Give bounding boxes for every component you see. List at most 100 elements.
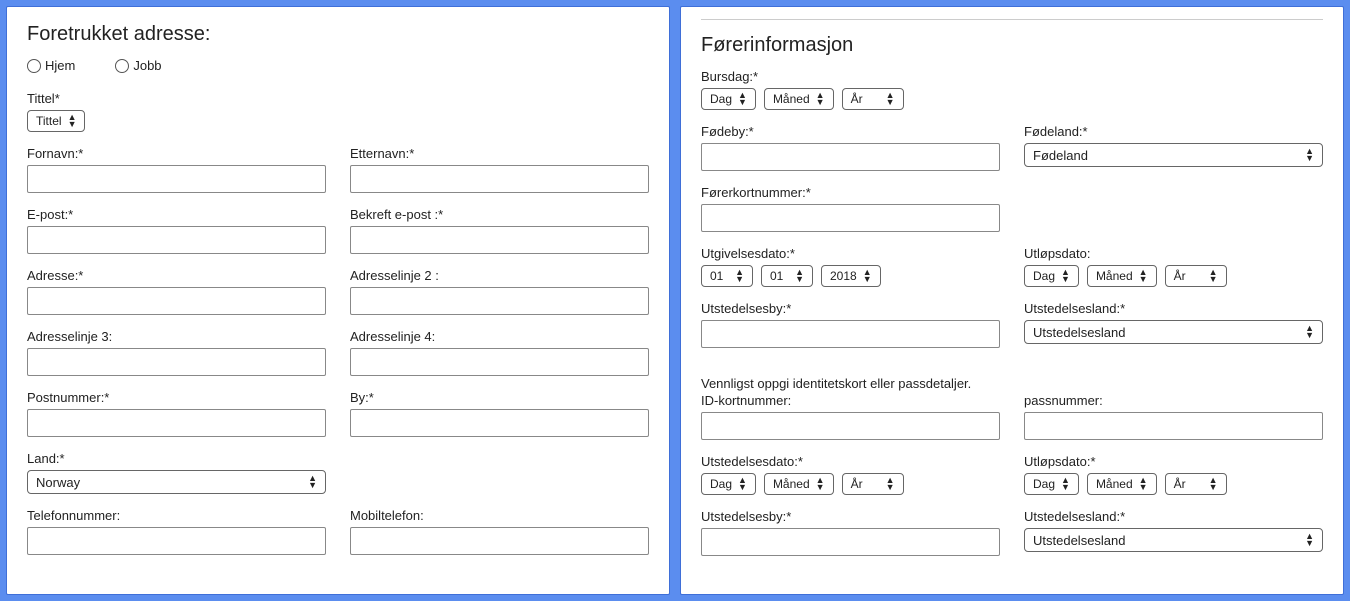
updown-icon xyxy=(863,269,872,283)
updown-icon xyxy=(1061,269,1070,283)
confirm-email-input[interactable] xyxy=(350,226,649,254)
address-type-radios: Hjem Jobb xyxy=(27,58,649,73)
id-issue-year-select[interactable]: År xyxy=(842,473,904,495)
lastname-input[interactable] xyxy=(350,165,649,193)
city-input[interactable] xyxy=(350,409,649,437)
expiry-year-select[interactable]: År xyxy=(1165,265,1227,287)
country-select-value: Norway xyxy=(36,475,80,490)
phone-input[interactable] xyxy=(27,527,326,555)
id-issue-day-select[interactable]: Dag xyxy=(701,473,756,495)
driver-info-panel: Førerinformasjon Bursdag:* Dag Måned År … xyxy=(680,6,1344,595)
birthday-month-select[interactable]: Måned xyxy=(764,88,834,110)
address2-input[interactable] xyxy=(350,287,649,315)
id-issue-city-input[interactable] xyxy=(701,528,1000,556)
address4-label: Adresselinje 4: xyxy=(350,329,649,344)
issue-city-input[interactable] xyxy=(701,320,1000,348)
mobile-input[interactable] xyxy=(350,527,649,555)
updown-icon xyxy=(1305,148,1314,162)
id-issue-city-label: Utstedelsesby:* xyxy=(701,509,1000,524)
updown-icon xyxy=(886,92,895,106)
updown-icon xyxy=(795,269,804,283)
birth-country-select[interactable]: Fødeland xyxy=(1024,143,1323,167)
updown-icon xyxy=(886,477,895,491)
radio-circle-icon xyxy=(115,59,129,73)
title-select-value: Tittel xyxy=(36,114,62,128)
expiry-date-label: Utløpsdato: xyxy=(1024,246,1323,261)
radio-work[interactable]: Jobb xyxy=(115,58,161,73)
issue-city-label: Utstedelsesby:* xyxy=(701,301,1000,316)
confirm-email-label: Bekreft e-post :* xyxy=(350,207,649,222)
issue-date-label: Utgivelsesdato:* xyxy=(701,246,1000,261)
id-expiry-month-select[interactable]: Måned xyxy=(1087,473,1157,495)
country-select[interactable]: Norway xyxy=(27,470,326,494)
title-label: Tittel* xyxy=(27,91,649,106)
radio-home[interactable]: Hjem xyxy=(27,58,75,73)
firstname-label: Fornavn:* xyxy=(27,146,326,161)
address2-label: Adresselinje 2 : xyxy=(350,268,649,283)
updown-icon xyxy=(1305,533,1314,547)
postcode-input[interactable] xyxy=(27,409,326,437)
address-input[interactable] xyxy=(27,287,326,315)
address3-input[interactable] xyxy=(27,348,326,376)
firstname-input[interactable] xyxy=(27,165,326,193)
city-label: By:* xyxy=(350,390,649,405)
email-input[interactable] xyxy=(27,226,326,254)
id-number-input[interactable] xyxy=(701,412,1000,440)
id-issue-country-label: Utstedelsesland:* xyxy=(1024,509,1323,524)
title-select[interactable]: Tittel xyxy=(27,110,85,132)
address-label: Adresse:* xyxy=(27,268,326,283)
id-issue-country-select[interactable]: Utstedelsesland xyxy=(1024,528,1323,552)
updown-icon xyxy=(1061,477,1070,491)
updown-icon xyxy=(1209,269,1218,283)
id-expiry-year-select[interactable]: År xyxy=(1165,473,1227,495)
postcode-label: Postnummer:* xyxy=(27,390,326,405)
mobile-label: Mobiltelefon: xyxy=(350,508,649,523)
birth-city-label: Fødeby:* xyxy=(701,124,1000,139)
id-issue-date-label: Utstedelsesdato:* xyxy=(701,454,1000,469)
expiry-month-select[interactable]: Måned xyxy=(1087,265,1157,287)
birth-city-input[interactable] xyxy=(701,143,1000,171)
updown-icon xyxy=(1139,477,1148,491)
updown-icon xyxy=(738,92,747,106)
radio-home-label: Hjem xyxy=(45,58,75,73)
address3-label: Adresselinje 3: xyxy=(27,329,326,344)
updown-icon xyxy=(735,269,744,283)
id-number-label: ID-kortnummer: xyxy=(701,393,1000,408)
issue-country-label: Utstedelsesland:* xyxy=(1024,301,1323,316)
license-number-input[interactable] xyxy=(701,204,1000,232)
issue-country-select[interactable]: Utstedelsesland xyxy=(1024,320,1323,344)
updown-icon xyxy=(308,475,317,489)
expiry-day-select[interactable]: Dag xyxy=(1024,265,1079,287)
passport-label: passnummer: xyxy=(1024,393,1323,408)
id-intro-text: Vennligst oppgi identitetskort eller pas… xyxy=(701,376,1323,391)
radio-circle-icon xyxy=(27,59,41,73)
updown-icon xyxy=(816,92,825,106)
radio-work-label: Jobb xyxy=(133,58,161,73)
updown-icon xyxy=(1305,325,1314,339)
phone-label: Telefonnummer: xyxy=(27,508,326,523)
license-number-label: Førerkortnummer:* xyxy=(701,185,1000,200)
issue-month-select[interactable]: 01 xyxy=(761,265,813,287)
passport-input[interactable] xyxy=(1024,412,1323,440)
updown-icon xyxy=(816,477,825,491)
updown-icon xyxy=(738,477,747,491)
id-expiry-day-select[interactable]: Dag xyxy=(1024,473,1079,495)
updown-icon xyxy=(1139,269,1148,283)
updown-icon xyxy=(68,114,77,128)
id-issue-month-select[interactable]: Måned xyxy=(764,473,834,495)
birthday-day-select[interactable]: Dag xyxy=(701,88,756,110)
driver-info-heading: Førerinformasjon xyxy=(701,34,1323,57)
divider xyxy=(701,19,1323,20)
preferred-address-panel: Foretrukket adresse: Hjem Jobb Tittel* T… xyxy=(6,6,670,595)
birthday-year-select[interactable]: År xyxy=(842,88,904,110)
updown-icon xyxy=(1209,477,1218,491)
birth-country-label: Fødeland:* xyxy=(1024,124,1323,139)
issue-day-select[interactable]: 01 xyxy=(701,265,753,287)
address4-input[interactable] xyxy=(350,348,649,376)
country-label: Land:* xyxy=(27,451,326,466)
email-label: E-post:* xyxy=(27,207,326,222)
lastname-label: Etternavn:* xyxy=(350,146,649,161)
issue-year-select[interactable]: 2018 xyxy=(821,265,881,287)
birthday-label: Bursdag:* xyxy=(701,69,1323,84)
id-expiry-date-label: Utløpsdato:* xyxy=(1024,454,1323,469)
